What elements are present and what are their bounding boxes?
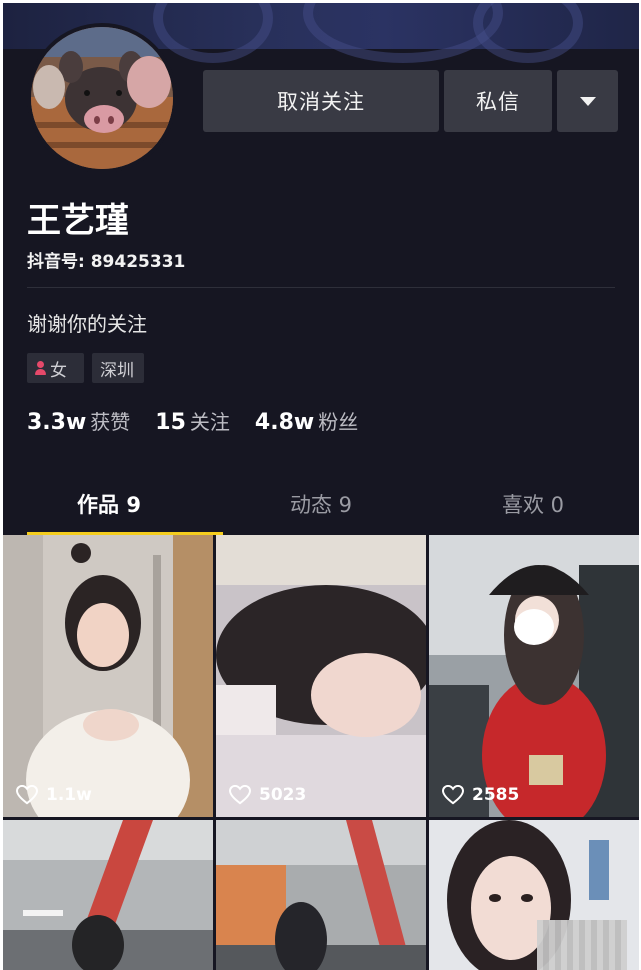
gender-tag: 女 bbox=[27, 353, 84, 383]
profile-name: 王艺瑾 bbox=[27, 201, 129, 241]
profile-signature: 谢谢你的关注 bbox=[27, 312, 147, 336]
like-count: 2585 bbox=[442, 785, 519, 805]
stat-label: 关注 bbox=[189, 410, 230, 434]
tab-likes[interactable]: 喜欢 0 bbox=[427, 489, 639, 523]
message-button[interactable]: 私信 bbox=[444, 70, 552, 132]
stat-value: 3.3w bbox=[27, 410, 87, 435]
douyin-id: 抖音号: 89425331 bbox=[27, 252, 186, 272]
divider bbox=[27, 287, 615, 288]
like-count-value: 1.1w bbox=[46, 785, 92, 805]
profile-stats: 3.3w 获赞 15 关注 4.8w 粉丝 bbox=[27, 406, 383, 435]
more-options-button[interactable] bbox=[557, 70, 618, 132]
heart-icon bbox=[16, 785, 38, 805]
city-tag: 深圳 bbox=[92, 353, 144, 383]
unfollow-button[interactable]: 取消关注 bbox=[203, 70, 439, 132]
stat-value: 4.8w bbox=[254, 410, 315, 435]
like-count: 1.1w bbox=[16, 785, 92, 805]
stat-label: 获赞 bbox=[90, 410, 131, 434]
video-thumbnail[interactable]: 2585 bbox=[429, 535, 639, 817]
stat-likes-received: 3.3w 获赞 bbox=[27, 406, 130, 435]
female-user-icon bbox=[35, 360, 46, 376]
like-count-value: 5023 bbox=[259, 785, 307, 805]
stat-following[interactable]: 15 关注 bbox=[155, 406, 230, 435]
tab-works[interactable]: 作品 9 bbox=[3, 489, 215, 523]
tab-dynamic[interactable]: 动态 9 bbox=[215, 489, 427, 523]
city-label: 深圳 bbox=[100, 360, 134, 381]
profile-screen: 取消关注 私信 王艺瑾 抖音号: 89425331 谢谢你的关注 女 深圳 3.… bbox=[3, 3, 639, 970]
heart-icon bbox=[442, 785, 464, 805]
video-thumbnail[interactable] bbox=[3, 820, 213, 970]
video-thumbnail[interactable] bbox=[216, 820, 426, 970]
stat-value: 15 bbox=[155, 410, 186, 435]
heart-icon bbox=[229, 785, 251, 805]
avatar[interactable] bbox=[27, 23, 177, 173]
video-thumbnail[interactable]: 1.1w bbox=[3, 535, 213, 817]
mosaic-overlay bbox=[537, 920, 627, 970]
chevron-down-icon bbox=[579, 96, 596, 106]
stat-followers[interactable]: 4.8w 粉丝 bbox=[255, 406, 358, 435]
like-count-value: 2585 bbox=[472, 785, 520, 805]
video-thumbnail[interactable]: 5023 bbox=[216, 535, 426, 817]
gender-label: 女 bbox=[50, 360, 67, 381]
video-thumbnail[interactable] bbox=[429, 820, 639, 970]
stat-label: 粉丝 bbox=[318, 410, 359, 434]
like-count: 5023 bbox=[229, 785, 306, 805]
